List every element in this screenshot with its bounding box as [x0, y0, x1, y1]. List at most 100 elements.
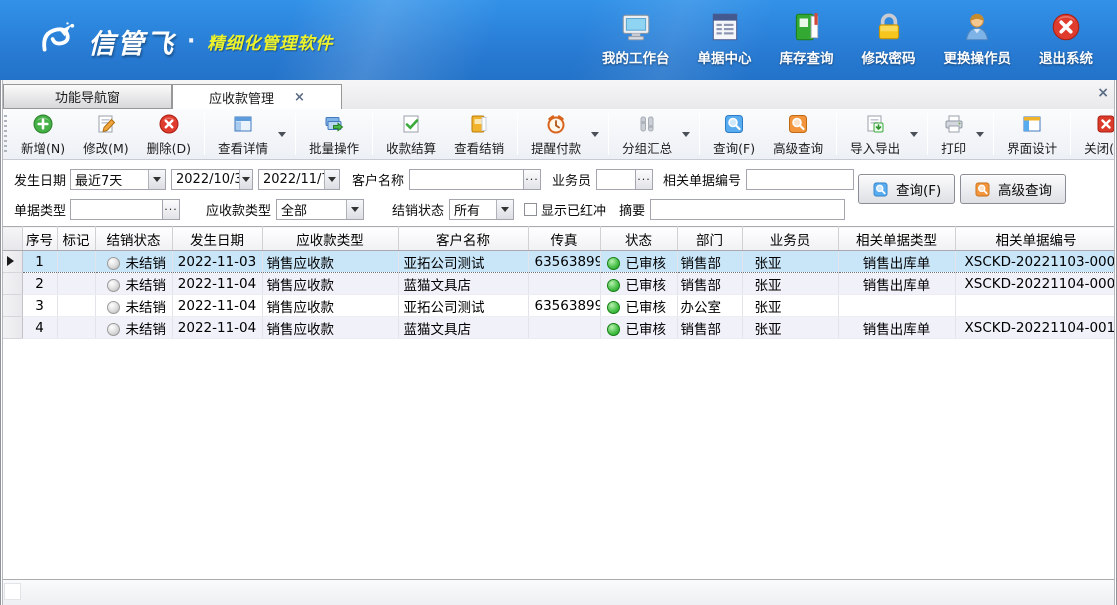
column-header-传真[interactable]: 传真 [528, 227, 600, 251]
import-export-button[interactable]: 导入导出 [841, 111, 909, 158]
add-button[interactable]: 新增(N) [12, 111, 74, 158]
receive-settle-button[interactable]: 收款结算 [377, 111, 445, 158]
column-header-状态[interactable]: 状态 [600, 227, 677, 251]
chevron-down-icon[interactable] [976, 132, 984, 137]
view-detail-button-wrap: 查看详情 [209, 110, 291, 158]
group-sum-button-label: 分组汇总 [622, 138, 672, 157]
chevron-down-icon[interactable] [148, 170, 165, 189]
column-header-序号[interactable]: 序号 [22, 227, 57, 251]
cell-传真: 63563899 [528, 295, 600, 317]
view-settle-button[interactable]: 查看结销 [445, 111, 513, 158]
nav-item-库存查询[interactable]: 库存查询 [766, 10, 848, 67]
toolbar-grip[interactable] [4, 115, 7, 153]
salesman-input[interactable] [597, 171, 635, 188]
settle-status-select[interactable]: 所有 [449, 199, 514, 220]
selected-row-marker-icon [7, 256, 14, 266]
doc-type-field: ··· [70, 199, 180, 220]
tab-receivables[interactable]: 应收款管理 × [172, 84, 342, 109]
nav-item-单据中心[interactable]: 单据中心 [684, 10, 766, 67]
chevron-down-icon[interactable] [910, 132, 918, 137]
close-button[interactable]: 关闭(Q) [1075, 111, 1117, 158]
table-row[interactable]: 3未结销2022-11-04销售应收款亚拓公司测试63563899已审核办公室张… [0, 295, 1117, 317]
column-header-部门[interactable]: 部门 [677, 227, 742, 251]
exit-system-icon [1049, 10, 1083, 44]
related-doc-no-input[interactable] [747, 171, 853, 188]
view-detail-button[interactable]: 查看详情 [209, 111, 277, 158]
date-from-select[interactable]: 2022/10/31 [171, 169, 253, 190]
column-header-相关单据编号[interactable]: 相关单据编号 [955, 227, 1117, 251]
table-row[interactable]: 1未结销2022-11-03销售应收款亚拓公司测试63563899已审核销售部张… [0, 251, 1117, 273]
row-header-cell[interactable] [0, 295, 22, 317]
operator-user-icon [960, 10, 994, 44]
import-export-button-wrap: 导入导出 [841, 110, 923, 158]
chevron-down-icon[interactable] [324, 170, 339, 189]
delete-button-wrap: 删除(D) [138, 110, 200, 158]
nav-item-修改密码[interactable]: 修改密码 [848, 10, 930, 67]
status-green-icon [607, 323, 620, 336]
ui-design-button[interactable]: 界面设计 [998, 111, 1066, 158]
chevron-down-icon[interactable] [496, 200, 513, 219]
adv-query-button[interactable]: 高级查询 [764, 111, 832, 158]
add-button-label: 新增(N) [21, 138, 65, 157]
close-button-wrap: 关闭(Q) [1075, 110, 1117, 158]
column-header-结销状态[interactable]: 结销状态 [95, 227, 172, 251]
nav-item-退出系统[interactable]: 退出系统 [1025, 10, 1107, 67]
nav-item-我的工作台[interactable]: 我的工作台 [588, 10, 684, 67]
tab-function-nav[interactable]: 功能导航窗 [3, 84, 172, 109]
status-green-icon [607, 279, 620, 292]
column-header-标记[interactable]: 标记 [57, 227, 95, 251]
cell-结销状态: 未结销 [95, 251, 172, 273]
summary-field [650, 199, 845, 220]
group-sum-button[interactable]: 分组汇总 [613, 111, 681, 158]
doc-type-label: 单据类型 [14, 200, 66, 219]
column-header-发生日期[interactable]: 发生日期 [172, 227, 262, 251]
cell-相关单据编号: XSCKD-20221104-000 [955, 273, 1117, 295]
customer-lookup-icon[interactable]: ··· [523, 170, 540, 189]
batch-op-button[interactable]: 批量操作 [300, 111, 368, 158]
chevron-down-icon[interactable] [682, 132, 690, 137]
nav-item-label: 我的工作台 [602, 47, 670, 67]
cell-应收款类型: 销售应收款 [262, 295, 398, 317]
row-header-cell[interactable] [0, 317, 22, 339]
modify-button[interactable]: 修改(M) [74, 111, 138, 158]
chevron-down-icon[interactable] [591, 132, 599, 137]
query-button[interactable]: 查询(F) [704, 111, 764, 158]
salesman-lookup-icon[interactable]: ··· [635, 170, 652, 189]
show-red-checkbox[interactable] [524, 203, 537, 216]
chevron-down-icon[interactable] [278, 132, 286, 137]
column-header-应收款类型[interactable]: 应收款类型 [262, 227, 398, 251]
column-header-业务员[interactable]: 业务员 [742, 227, 838, 251]
salesman-label: 业务员 [552, 170, 591, 189]
column-header-客户名称[interactable]: 客户名称 [398, 227, 528, 251]
delete-button[interactable]: 删除(D) [138, 111, 200, 158]
print-icon [943, 113, 965, 135]
date-range-select[interactable]: 最近7天 [70, 169, 166, 190]
tabstrip-close-icon[interactable]: × [1097, 85, 1109, 101]
advanced-query-panel-button[interactable]: 高级查询 [960, 174, 1066, 204]
doc-type-input[interactable] [71, 201, 162, 218]
close-button-label: 关闭(Q) [1084, 138, 1117, 157]
table-row[interactable]: 4未结销2022-11-04销售应收款蓝猫文具店已审核销售部张亚销售出库单XSC… [0, 317, 1117, 339]
app-window: 信管飞 · 精细化管理软件 我的工作台单据中心库存查询修改密码更换操作员退出系统… [0, 0, 1117, 605]
nav-item-label: 单据中心 [698, 47, 752, 67]
row-header-cell[interactable] [0, 273, 22, 295]
doc-type-lookup-icon[interactable]: ··· [162, 200, 179, 219]
row-header-cell[interactable] [0, 251, 22, 273]
tab-close-icon[interactable]: × [294, 91, 305, 104]
recv-type-select[interactable]: 全部 [276, 199, 364, 220]
receive-settle-button-label: 收款结算 [386, 138, 436, 157]
chevron-down-icon[interactable] [239, 170, 252, 189]
query-panel-button[interactable]: 查询(F) [858, 174, 955, 204]
remind-pay-button[interactable]: 提醒付款 [522, 111, 590, 158]
chevron-down-icon[interactable] [346, 200, 363, 219]
nav-item-更换操作员[interactable]: 更换操作员 [930, 10, 1026, 67]
document-center-icon [708, 10, 742, 44]
table-row[interactable]: 2未结销2022-11-04销售应收款蓝猫文具店已审核销售部张亚销售出库单XSC… [0, 273, 1117, 295]
password-lock-icon [872, 10, 906, 44]
toolbar-separator [836, 113, 837, 155]
column-header-相关单据类型[interactable]: 相关单据类型 [838, 227, 955, 251]
customer-input[interactable] [410, 171, 523, 188]
summary-input[interactable] [651, 201, 844, 218]
print-button[interactable]: 打印 [932, 111, 975, 158]
date-to-select[interactable]: 2022/11/7 [258, 169, 340, 190]
